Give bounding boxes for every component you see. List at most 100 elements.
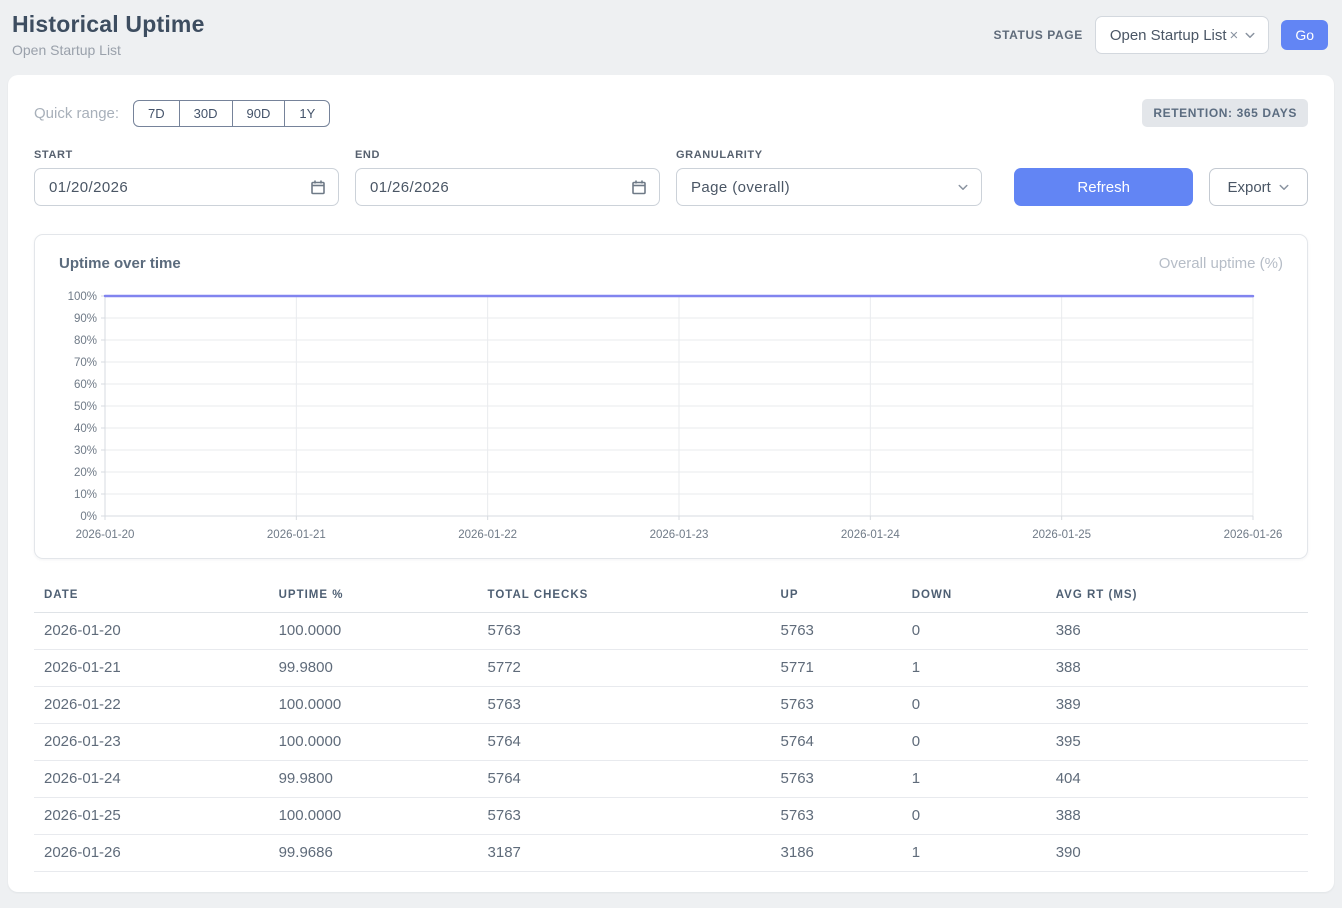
table-cell: 5771: [781, 650, 912, 687]
top-header: Historical Uptime Open Startup List STAT…: [0, 0, 1342, 75]
refresh-button[interactable]: Refresh: [1014, 168, 1193, 206]
table-cell: 388: [1056, 798, 1308, 835]
table-cell: 100.0000: [279, 687, 488, 724]
quick-range-30d-button[interactable]: 30D: [179, 100, 233, 127]
chevron-down-icon: [1278, 181, 1290, 193]
table-cell: 389: [1056, 687, 1308, 724]
chart-title: Uptime over time: [59, 255, 181, 272]
table-cell: 5763: [781, 613, 912, 650]
uptime-table: DATEUPTIME %TOTAL CHECKSUPDOWNAVG RT (MS…: [34, 583, 1308, 872]
table-row: 2026-01-2699.9686318731861390: [34, 835, 1308, 872]
table-cell: 2026-01-20: [34, 613, 279, 650]
start-label: START: [34, 149, 339, 161]
table-row: 2026-01-23100.0000576457640395: [34, 724, 1308, 761]
retention-badge: RETENTION: 365 DAYS: [1142, 99, 1308, 127]
clear-icon[interactable]: ×: [1230, 27, 1239, 44]
table-column-header: DATE: [34, 583, 279, 613]
page-subtitle: Open Startup List: [12, 42, 205, 58]
calendar-icon[interactable]: [310, 179, 326, 195]
table-column-header: TOTAL CHECKS: [488, 583, 781, 613]
svg-text:0%: 0%: [80, 511, 97, 523]
granularity-field-group: GRANULARITY Page (overall): [676, 149, 982, 206]
title-block: Historical Uptime Open Startup List: [12, 11, 205, 58]
svg-text:70%: 70%: [74, 357, 97, 369]
table-cell: 5763: [781, 798, 912, 835]
quick-range-buttons: 7D 30D 90D 1Y: [133, 100, 330, 127]
granularity-select[interactable]: Page (overall): [676, 168, 982, 206]
svg-text:2026-01-26: 2026-01-26: [1224, 529, 1283, 541]
svg-text:90%: 90%: [74, 313, 97, 325]
table-cell: 395: [1056, 724, 1308, 761]
end-label: END: [355, 149, 660, 161]
table-row: 2026-01-25100.0000576357630388: [34, 798, 1308, 835]
table-cell: 5763: [488, 613, 781, 650]
filters-row: START 01/20/2026 END 01/26/2026 GRANULAR…: [34, 149, 1308, 206]
quick-range-1y-button[interactable]: 1Y: [284, 100, 330, 127]
table-cell: 2026-01-25: [34, 798, 279, 835]
table-column-header: DOWN: [912, 583, 1056, 613]
table-cell: 404: [1056, 761, 1308, 798]
table-cell: 5763: [781, 687, 912, 724]
table-cell: 386: [1056, 613, 1308, 650]
chevron-down-icon: [1244, 29, 1256, 41]
start-date-value: 01/20/2026: [49, 179, 128, 196]
export-button-label: Export: [1227, 179, 1270, 196]
granularity-value: Page (overall): [691, 179, 790, 196]
status-page-select[interactable]: Open Startup List ×: [1095, 16, 1270, 54]
calendar-icon[interactable]: [631, 179, 647, 195]
table-row: 2026-01-22100.0000576357630389: [34, 687, 1308, 724]
table-cell: 0: [912, 724, 1056, 761]
svg-text:2026-01-22: 2026-01-22: [458, 529, 517, 541]
table-row: 2026-01-20100.0000576357630386: [34, 613, 1308, 650]
table-column-header: UP: [781, 583, 912, 613]
table-cell: 99.9800: [279, 650, 488, 687]
svg-text:80%: 80%: [74, 335, 97, 347]
quick-range-group: Quick range: 7D 30D 90D 1Y: [34, 100, 330, 127]
start-date-field-group: START 01/20/2026: [34, 149, 339, 206]
quick-range-7d-button[interactable]: 7D: [133, 100, 180, 127]
go-button[interactable]: Go: [1281, 20, 1328, 50]
quick-range-row: Quick range: 7D 30D 90D 1Y RETENTION: 36…: [34, 99, 1308, 127]
table-cell: 100.0000: [279, 724, 488, 761]
table-cell: 0: [912, 687, 1056, 724]
table-header: DATEUPTIME %TOTAL CHECKSUPDOWNAVG RT (MS…: [34, 583, 1308, 613]
chart-header: Uptime over time Overall uptime (%): [59, 255, 1283, 272]
svg-text:2026-01-24: 2026-01-24: [841, 529, 900, 541]
status-page-selected-value: Open Startup List: [1110, 27, 1227, 44]
table-cell: 100.0000: [279, 613, 488, 650]
svg-text:2026-01-25: 2026-01-25: [1032, 529, 1091, 541]
table-cell: 0: [912, 798, 1056, 835]
export-button[interactable]: Export: [1209, 168, 1308, 206]
chart-legend: Overall uptime (%): [1159, 255, 1283, 272]
chevron-down-icon: [957, 181, 969, 193]
svg-text:2026-01-23: 2026-01-23: [650, 529, 709, 541]
svg-text:10%: 10%: [74, 489, 97, 501]
table-cell: 5763: [781, 761, 912, 798]
table-column-header: UPTIME %: [279, 583, 488, 613]
table-cell: 388: [1056, 650, 1308, 687]
svg-text:40%: 40%: [74, 423, 97, 435]
uptime-chart-card: Uptime over time Overall uptime (%) 0% 10…: [34, 234, 1308, 559]
table-cell: 5764: [488, 724, 781, 761]
table-cell: 2026-01-26: [34, 835, 279, 872]
table-row: 2026-01-2499.9800576457631404: [34, 761, 1308, 798]
status-page-label: STATUS PAGE: [994, 28, 1083, 42]
table-cell: 5772: [488, 650, 781, 687]
svg-text:2026-01-20: 2026-01-20: [76, 529, 135, 541]
table-cell: 2026-01-21: [34, 650, 279, 687]
table-cell: 2026-01-24: [34, 761, 279, 798]
svg-text:100%: 100%: [68, 291, 97, 303]
table-cell: 99.9686: [279, 835, 488, 872]
granularity-label: GRANULARITY: [676, 149, 982, 161]
quick-range-90d-button[interactable]: 90D: [232, 100, 286, 127]
svg-text:30%: 30%: [74, 445, 97, 457]
quick-range-label: Quick range:: [34, 105, 119, 122]
svg-text:60%: 60%: [74, 379, 97, 391]
table-cell: 5763: [488, 687, 781, 724]
end-date-input[interactable]: 01/26/2026: [355, 168, 660, 206]
uptime-line-chart: 0%10%20%30%40%50%60%70%80%90%100%2026-01…: [59, 286, 1286, 546]
start-date-input[interactable]: 01/20/2026: [34, 168, 339, 206]
svg-text:2026-01-21: 2026-01-21: [267, 529, 326, 541]
table-cell: 1: [912, 761, 1056, 798]
table-cell: 3187: [488, 835, 781, 872]
